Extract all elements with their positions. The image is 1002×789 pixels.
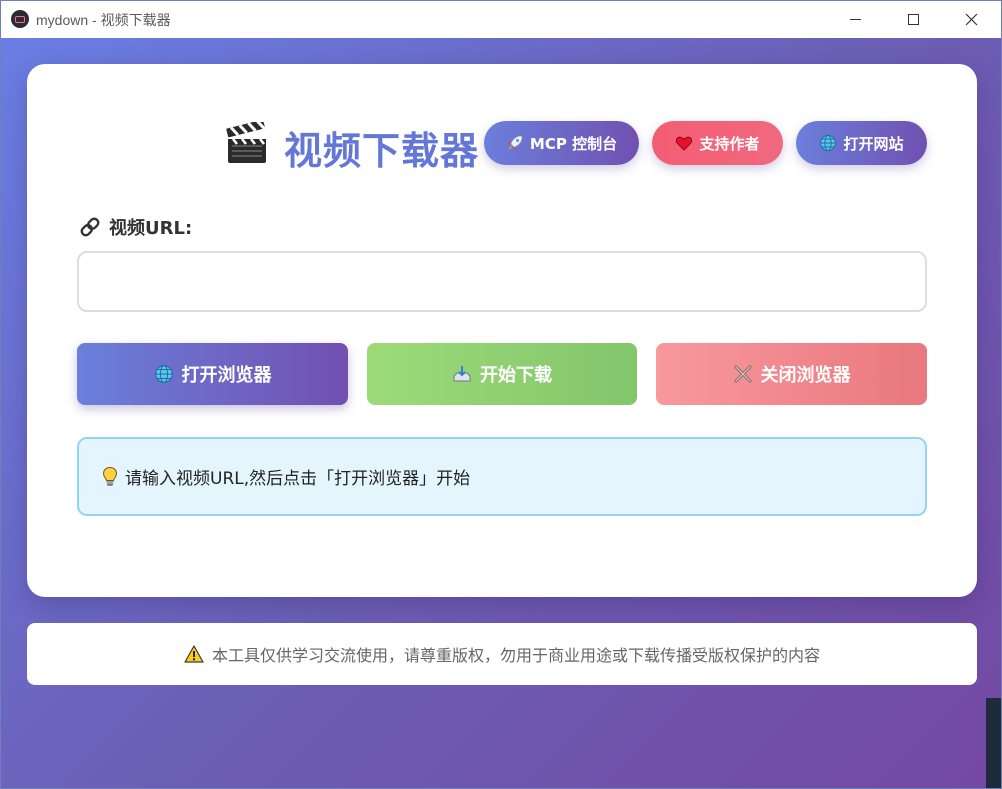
- title-bar[interactable]: mydown - 视频下载器: [1, 1, 1001, 38]
- globe-icon: [154, 365, 173, 383]
- clapperboard-icon: [226, 122, 266, 163]
- disclaimer-footer: 本工具仅供学习交流使用，请尊重版权，勿用于商业用途或下载传播受版权保护的内容: [27, 623, 977, 685]
- link-icon: [80, 217, 100, 237]
- main-card: 视频下载器 MCP 控制台 支持作者 打开网站 视频URL: 打开浏览器 开始下…: [27, 64, 977, 597]
- cross-icon: [733, 365, 752, 383]
- app-screen-icon: [11, 10, 29, 28]
- warning-icon: [184, 645, 204, 663]
- close-icon: [965, 13, 977, 26]
- download-tray-icon: [453, 366, 471, 382]
- start-download-label: 开始下载: [480, 365, 552, 386]
- open-website-label: 打开网站: [843, 134, 904, 153]
- close-window-button[interactable]: [942, 1, 1000, 38]
- rocket-icon: [507, 135, 523, 150]
- globe-icon: [820, 135, 837, 151]
- mcp-console-button[interactable]: MCP 控制台: [484, 121, 639, 165]
- start-download-button[interactable]: 开始下载: [367, 343, 637, 405]
- close-browser-button[interactable]: 关闭浏览器: [656, 343, 927, 405]
- open-website-button[interactable]: 打开网站: [796, 121, 927, 165]
- info-message-text: 请输入视频URL,然后点击「打开浏览器」开始: [125, 469, 471, 489]
- url-field-label: 视频URL:: [79, 214, 192, 240]
- open-browser-label: 打开浏览器: [181, 365, 272, 386]
- page-title: 视频下载器: [284, 129, 480, 173]
- info-message-box: 请输入视频URL,然后点击「打开浏览器」开始: [77, 437, 927, 516]
- heart-icon: [676, 136, 693, 151]
- maximize-icon: [907, 14, 919, 25]
- url-label-text: 视频URL:: [109, 218, 193, 239]
- mcp-console-label: MCP 控制台: [529, 134, 618, 153]
- minimize-button[interactable]: [826, 1, 884, 38]
- close-browser-label: 关闭浏览器: [760, 365, 851, 386]
- video-url-input[interactable]: [77, 251, 927, 312]
- support-author-button[interactable]: 支持作者: [652, 121, 783, 165]
- client-area: 视频下载器 MCP 控制台 支持作者 打开网站 视频URL: 打开浏览器 开始下…: [1, 38, 1001, 788]
- minimize-icon: [849, 19, 861, 20]
- background-window-edge: [986, 698, 1001, 788]
- lightbulb-icon: [102, 466, 118, 486]
- app-window: mydown - 视频下载器 视频下载器 MCP 控制台 支持作者 打开网站 视…: [0, 0, 1002, 789]
- maximize-button[interactable]: [884, 1, 942, 38]
- window-title: mydown - 视频下载器: [36, 12, 171, 28]
- open-browser-button[interactable]: 打开浏览器: [77, 343, 348, 405]
- disclaimer-text: 本工具仅供学习交流使用，请尊重版权，勿用于商业用途或下载传播受版权保护的内容: [211, 646, 820, 665]
- support-author-label: 支持作者: [699, 134, 760, 153]
